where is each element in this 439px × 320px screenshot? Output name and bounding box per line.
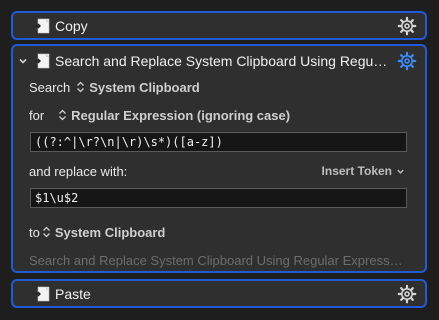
search-label: Search [29,79,71,95]
to-label: to [29,224,40,240]
search-row: Search System Clipboard [29,78,409,96]
action-notes-placeholder[interactable]: Search and Replace System Clipboard Usin… [29,253,409,268]
gear-icon[interactable] [397,51,417,71]
to-row: to System Clipboard [29,223,409,241]
gear-icon[interactable] [397,16,417,36]
clipboard-doc-icon [35,286,50,301]
insert-token-menu[interactable]: Insert Token [322,164,405,178]
for-row: for Regular Expression (ignoring case) [29,106,409,124]
pattern-field[interactable]: ((?:^|\r?\n|\r)\s*)([a-z]) [30,132,407,152]
clipboard-doc-icon [35,18,50,33]
action-title: Paste [55,285,91,302]
replace-field[interactable]: $1\u$2 [30,188,407,208]
action-header[interactable]: Search and Replace System Clipboard Usin… [13,48,425,73]
macro-editor: Copy Search and Replace System Clipboard… [0,0,439,320]
action-header[interactable]: Paste [13,281,425,306]
replace-label: and replace with: [29,163,128,179]
updown-arrows-icon[interactable] [76,81,85,93]
action-header[interactable]: Copy [13,13,425,38]
updown-arrows-icon[interactable] [58,109,67,121]
insert-token-label: Insert Token [321,164,392,178]
action-paste[interactable]: Paste [11,279,427,308]
for-label: for [29,107,45,123]
action-title: Search and Replace System Clipboard Usin… [55,52,388,69]
gear-icon[interactable] [397,284,417,304]
destination-menu[interactable]: System Clipboard [55,225,166,240]
search-target-menu[interactable]: System Clipboard [89,80,200,95]
clipboard-doc-icon [35,53,50,68]
updown-arrows-icon[interactable] [42,226,51,238]
chevron-down-icon[interactable] [17,55,29,67]
action-title: Copy [55,17,88,34]
action-search-replace[interactable]: Search and Replace System Clipboard Usin… [11,44,427,273]
action-copy[interactable]: Copy [11,11,427,40]
match-mode-menu[interactable]: Regular Expression (ignoring case) [71,108,290,123]
chevron-down-icon [397,169,404,174]
